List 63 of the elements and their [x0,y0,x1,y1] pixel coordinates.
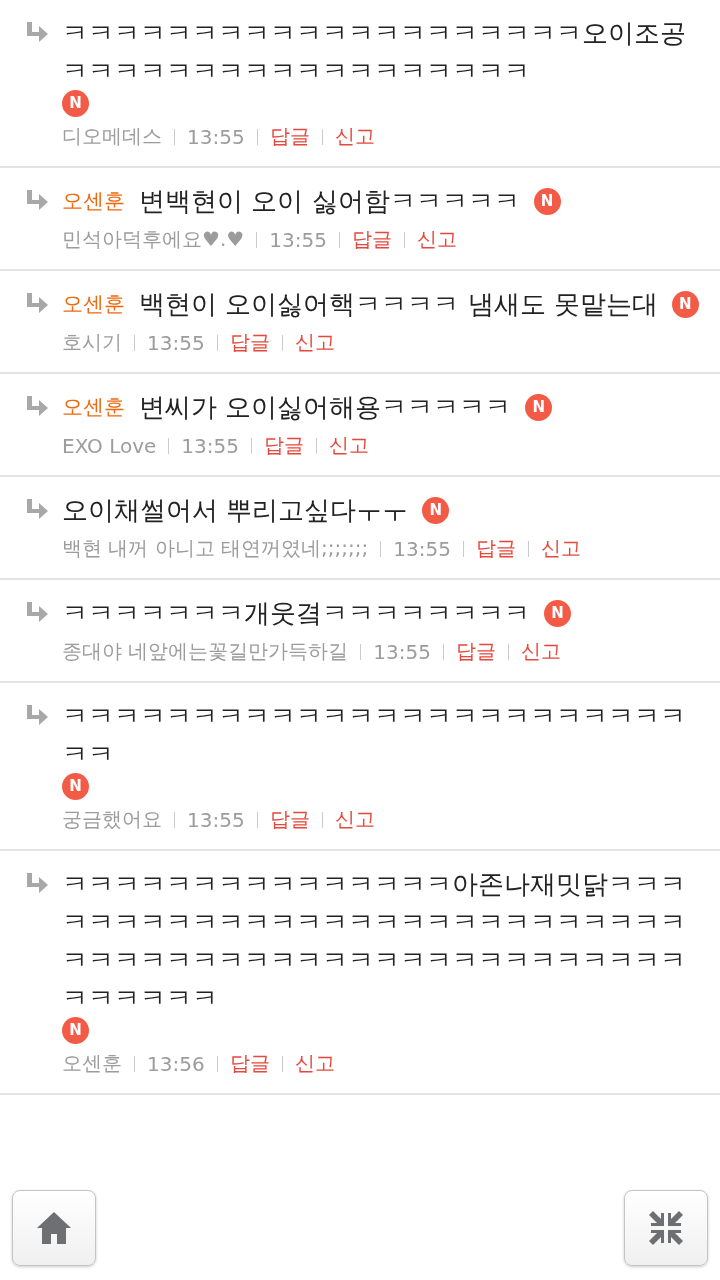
reply-link[interactable]: 답글 [456,638,496,665]
new-badge: N [422,496,450,524]
author-name: 민석아덕후에요♥.♥ [62,226,245,253]
reply-link[interactable]: 답글 [351,226,392,253]
author-name: 백현 내꺼 아니고 태연꺼였네;;;;;;; [62,535,369,562]
report-link[interactable]: 신고 [540,535,581,562]
comment-time: 13:55 [269,227,327,252]
author-name: 오센훈 [62,1050,122,1077]
reply-arrow-icon [24,396,50,418]
reply-link[interactable]: 답글 [263,432,304,459]
reply-arrow-icon [24,22,50,44]
report-link[interactable]: 신고 [294,1050,335,1077]
comment-text: ㅋㅋㅋㅋㅋㅋㅋㅋㅋㅋㅋㅋㅋㅋㅋ아존나재밋닭ㅋㅋㅋㅋㅋㅋㅋㅋㅋㅋㅋㅋㅋㅋㅋㅋㅋㅋㅋㅋㅋㅋㅋㅋㅋㅋㅋㅋㅋㅋㅋㅋㅋㅋㅋㅋㅋㅋㅋㅋㅋㅋㅋㅋㅋㅋㅋㅋㅋㅋㅋㅋㅋㅋㅋㅋㅋ [62,868,687,1015]
report-link[interactable]: 신고 [521,638,561,665]
reply-link[interactable]: 답글 [475,535,516,562]
report-link[interactable]: 신고 [294,329,335,356]
home-button[interactable] [12,1190,96,1266]
comment-text: ㅋㅋㅋㅋㅋㅋㅋㅋㅋㅋㅋㅋㅋㅋㅋㅋㅋㅋㅋㅋㅋㅋㅋㅋㅋㅋ [62,700,687,771]
new-badge: N [671,290,699,318]
reply-link[interactable]: 답글 [269,123,310,150]
comment-text: 변백현이 오이 싫어함ㅋㅋㅋㅋㅋ [139,185,520,218]
comment-time: 13:56 [147,1051,205,1076]
author-name: 호시기 [62,329,122,356]
new-badge: N [533,187,561,215]
reply-arrow-icon [24,873,50,895]
comment-time: 13:55 [147,330,205,355]
report-link[interactable]: 신고 [334,123,375,150]
author-name: EXO Love [62,433,157,458]
comment-time: 13:55 [187,807,245,832]
new-badge: N [62,90,89,117]
collapse-button[interactable] [624,1190,708,1266]
comment-time: 13:55 [393,536,451,561]
collapse-icon [647,1209,685,1247]
new-badge: N [62,1017,89,1044]
comment-text: 오이채썰어서 뿌리고싶다ㅜㅜ [62,494,409,527]
new-badge: N [544,599,571,627]
author-name: 디오메데스 [62,123,162,150]
home-icon [36,1211,72,1245]
mention-name[interactable]: 오센훈 [62,285,125,323]
comment-time: 13:55 [373,639,431,664]
reply-arrow-icon [24,293,50,315]
reply-arrow-icon [24,190,50,212]
comment-time: 13:55 [187,124,245,149]
comment-text: 변씨가 오이싫어해용ㅋㅋㅋㅋㅋ [139,391,512,424]
reply-arrow-icon [24,602,50,624]
comment-time: 13:55 [181,433,239,458]
comment-text: ㅋㅋㅋㅋㅋㅋㅋ개웃곀ㅋㅋㅋㅋㅋㅋㅋㅋ [62,597,530,630]
author-name: 궁금했어요 [62,806,162,833]
mention-name[interactable]: 오센훈 [62,388,125,426]
report-link[interactable]: 신고 [416,226,457,253]
reply-link[interactable]: 답글 [269,806,310,833]
new-badge: N [62,773,89,800]
report-link[interactable]: 신고 [334,806,375,833]
reply-link[interactable]: 답글 [229,1050,270,1077]
reply-arrow-icon [24,705,50,727]
author-name: 종대야 네앞에는꽃길만가득하길 [62,638,349,665]
reply-link[interactable]: 답글 [229,329,270,356]
comment-text: ㅋㅋㅋㅋㅋㅋㅋㅋㅋㅋㅋㅋㅋㅋㅋㅋㅋㅋㅋㅋ오이조공ㅋㅋㅋㅋㅋㅋㅋㅋㅋㅋㅋㅋㅋㅋㅋㅋㅋㅋ [62,17,687,88]
report-link[interactable]: 신고 [328,432,369,459]
mention-name[interactable]: 오센훈 [62,182,125,220]
reply-arrow-icon [24,499,50,521]
comment-text: 백현이 오이싫어핵ㅋㅋㅋㅋ 냄새도 못맡는대 [139,288,658,321]
new-badge: N [525,393,553,421]
